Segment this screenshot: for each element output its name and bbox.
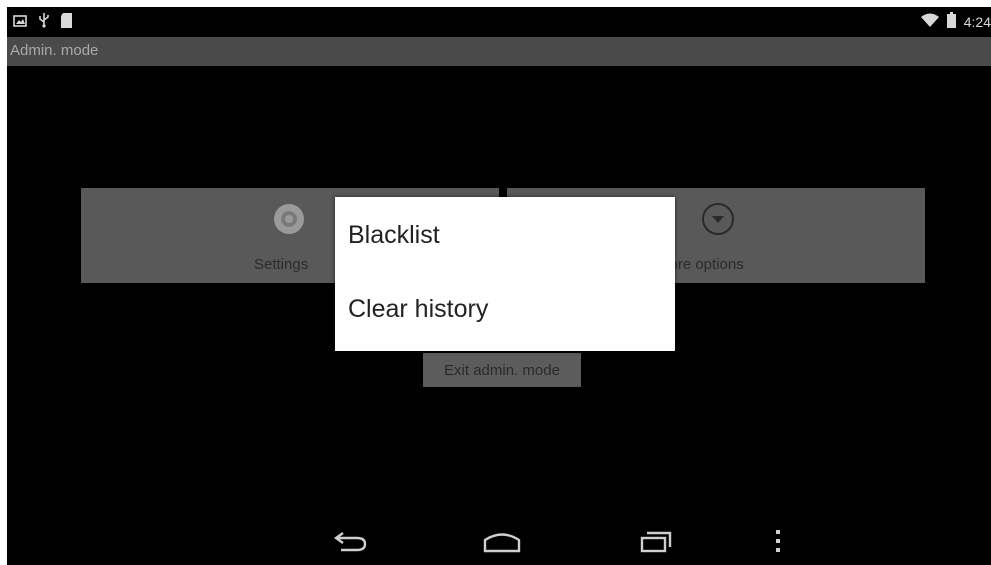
- overflow-menu-icon[interactable]: [763, 527, 793, 555]
- home-icon[interactable]: [482, 527, 522, 555]
- status-bar-system: 4:24: [920, 12, 991, 31]
- chevron-down-circle-icon: [701, 202, 735, 236]
- recents-icon[interactable]: [637, 527, 677, 555]
- back-icon[interactable]: [331, 527, 371, 555]
- sd-card-icon: [61, 12, 72, 33]
- status-bar-notifications: [13, 12, 72, 33]
- clock: 4:24: [963, 13, 991, 30]
- menu-item-label: Blacklist: [348, 221, 440, 249]
- usb-icon: [39, 12, 49, 33]
- device-screen: 4:24 Admin. mode Settings More options E…: [7, 7, 991, 565]
- menu-item-blacklist[interactable]: Blacklist: [335, 197, 675, 271]
- screenshot-icon: [13, 14, 27, 32]
- menu-item-label: Clear history: [348, 295, 489, 323]
- settings-label: Settings: [254, 256, 309, 273]
- popup-menu: Blacklist Clear history: [335, 197, 675, 351]
- page-title: Admin. mode: [10, 42, 99, 59]
- wifi-icon: [920, 13, 939, 30]
- action-bar: Admin. mode: [7, 37, 991, 66]
- exit-admin-mode-button[interactable]: Exit admin. mode: [423, 353, 581, 387]
- menu-item-clear-history[interactable]: Clear history: [335, 271, 675, 345]
- navigation-bar: [7, 515, 991, 565]
- battery-icon: [946, 12, 956, 31]
- gear-icon: [272, 202, 306, 236]
- exit-admin-mode-label: Exit admin. mode: [444, 362, 560, 379]
- status-bar: 4:24: [7, 7, 991, 37]
